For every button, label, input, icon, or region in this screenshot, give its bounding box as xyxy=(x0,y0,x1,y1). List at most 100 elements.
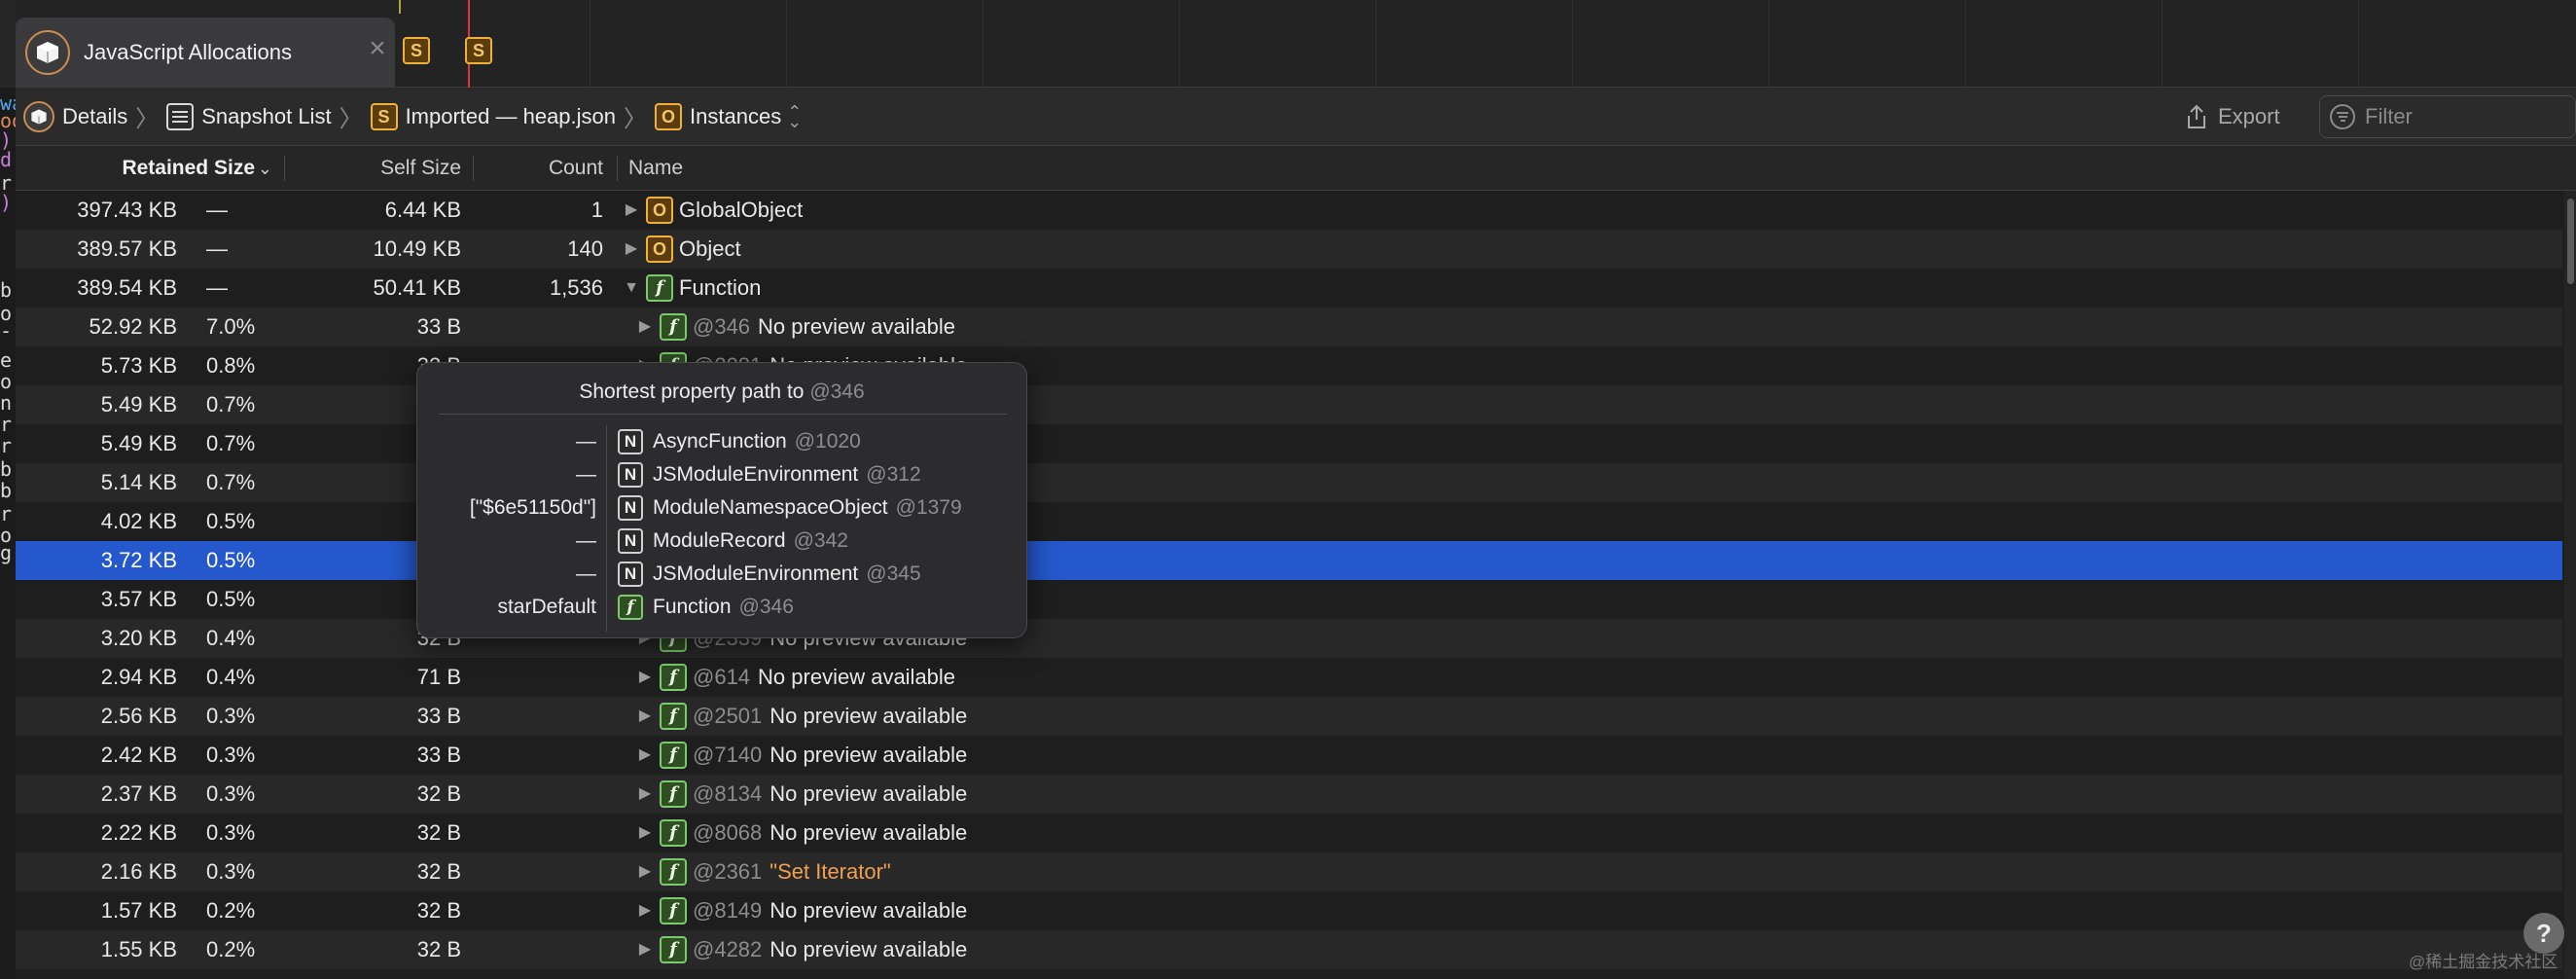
table-row[interactable]: 5.49 KB0.7%33 B▶f xyxy=(16,424,2562,463)
timeline-track-javascript-allocations[interactable]: JavaScript Allocations × xyxy=(16,18,395,88)
table-row[interactable]: 2.22 KB 0.3% 32 B ▶ f @8068 No preview availab… xyxy=(16,814,2562,852)
node-id: @1379 xyxy=(895,496,962,519)
table-row[interactable]: 389.57 KB —10.49 KB 140 ▶ O Object xyxy=(16,230,2562,269)
function-icon: f xyxy=(646,274,673,302)
name-cell: ▶ f @2501 No preview available xyxy=(617,697,2368,736)
table-row[interactable]: 3.57 KB0.5%36 B▶f xyxy=(16,580,2562,619)
path-row[interactable]: — N JSModuleEnvironment @312 xyxy=(417,458,1028,491)
table-row[interactable]: 1.57 KB 0.2% 32 B ▶ f @8149 No preview availab… xyxy=(16,891,2562,930)
function-icon: f xyxy=(660,936,687,963)
table-row[interactable]: 52.92 KB 7.0% 33 B ▶ f @346 No preview availab… xyxy=(16,308,2562,346)
function-icon: f xyxy=(660,780,687,808)
column-label: Self Size xyxy=(380,157,461,179)
column-header-count[interactable]: Count xyxy=(473,146,617,191)
disclosure-collapsed-icon[interactable]: ▶ xyxy=(634,930,656,969)
column-header-name[interactable]: Name xyxy=(617,146,1006,191)
name-cell: ▶ f @8134 No preview available xyxy=(617,775,2368,814)
self-size-cell: 6.44 KB xyxy=(384,198,461,222)
breadcrumb-details[interactable]: Details xyxy=(23,100,127,132)
breadcrumb-imported-snapshot[interactable]: S Imported — heap.json xyxy=(370,102,616,130)
table-row[interactable]: 2.16 KB 0.3% 32 B ▶ f @2361 "Set Iterator" xyxy=(16,852,2562,891)
object-id: @2501 xyxy=(693,704,763,728)
chevron-updown-icon[interactable]: ⌃ ⌄ xyxy=(787,103,802,130)
gutter-char: b xyxy=(0,457,13,481)
vertical-scrollbar[interactable] xyxy=(2564,191,2576,979)
disclosure-collapsed-icon[interactable]: ▶ xyxy=(621,230,642,269)
disclosure-collapsed-icon[interactable]: ▶ xyxy=(634,775,656,814)
gutter-char: b xyxy=(0,479,13,502)
snapshot-marker[interactable]: S xyxy=(403,37,430,64)
table-row[interactable]: 397.43 KB —6.44 KB 1 ▶ O GlobalObject xyxy=(16,191,2562,230)
native-icon: N xyxy=(618,462,643,488)
timeline-gridline xyxy=(1179,0,1180,87)
table-row[interactable]: 3.72 KB0.5%32 B▶f xyxy=(16,541,2562,580)
retained-size-cell: 5.14 KB xyxy=(100,470,177,494)
disclosure-collapsed-icon[interactable]: ▶ xyxy=(634,852,656,891)
close-icon[interactable]: × xyxy=(366,34,389,63)
breadcrumb-label: Instances xyxy=(690,103,782,128)
table-row[interactable]: 5.73 KB0.8%32 B▶f@2081No preview availab… xyxy=(16,346,2562,385)
gutter-char: e xyxy=(0,348,13,372)
retained-size-cell: 1.57 KB xyxy=(100,898,177,923)
retained-size-cell: 1.55 KB xyxy=(100,937,177,961)
name-cell: ▶ O GlobalObject xyxy=(617,191,2368,230)
disclosure-collapsed-icon[interactable]: ▶ xyxy=(621,191,642,230)
disclosure-collapsed-icon[interactable]: ▶ xyxy=(634,658,656,697)
horizontal-scrollbar[interactable] xyxy=(16,969,2562,979)
path-row[interactable]: — N AsyncFunction @1020 xyxy=(417,425,1028,458)
path-row[interactable]: starDefault f Function @346 xyxy=(417,591,1028,624)
scrollbar-thumb[interactable] xyxy=(2567,199,2574,284)
node-name: ModuleRecord xyxy=(653,529,786,552)
snapshot-marker[interactable]: S xyxy=(465,37,492,64)
retained-size-cell: 2.16 KB xyxy=(100,859,177,884)
column-header-retained-size[interactable]: Retained Size ⌄ xyxy=(16,146,284,191)
table-row[interactable]: 1.55 KB 0.2% 32 B ▶ f @4282 No preview availab… xyxy=(16,930,2562,969)
gutter-char: o xyxy=(0,370,13,393)
path-row[interactable]: — N ModuleRecord @342 xyxy=(417,525,1028,558)
navigation-bar: Details 〉 Snapshot List 〉 S Imported — h… xyxy=(16,88,2576,146)
object-icon: O xyxy=(646,236,673,263)
name-cell: ▶ f @4282 No preview available xyxy=(617,930,2368,969)
table-row[interactable]: 2.94 KB 0.4% 71 B ▶ f @614 No preview availabl… xyxy=(16,658,2562,697)
object-id: @8068 xyxy=(693,820,763,845)
path-node: N JSModuleEnvironment @345 xyxy=(618,558,929,591)
instances-table: 397.43 KB —6.44 KB 1 ▶ O GlobalObject 389.57 K… xyxy=(16,191,2562,979)
path-row[interactable]: — N JSModuleEnvironment @345 xyxy=(417,558,1028,591)
table-row[interactable]: 4.02 KB0.5%32 B▶f xyxy=(16,502,2562,541)
table-row[interactable]: 389.54 KB —50.41 KB 1,536 ▼ f Function xyxy=(16,269,2562,308)
table-row[interactable]: 2.56 KB 0.3% 33 B ▶ f @2501 No preview availab… xyxy=(16,697,2562,736)
retained-size-cell: 52.92 KB xyxy=(89,314,177,339)
table-row[interactable]: 2.37 KB 0.3% 32 B ▶ f @8134 No preview availab… xyxy=(16,775,2562,814)
retained-size-cell: 389.54 KB xyxy=(77,275,177,300)
column-label: Name xyxy=(628,157,684,179)
table-row[interactable]: 2.42 KB 0.3% 33 B ▶ f @7140 No preview availab… xyxy=(16,736,2562,775)
disclosure-collapsed-icon[interactable]: ▶ xyxy=(634,697,656,736)
disclosure-collapsed-icon[interactable]: ▶ xyxy=(634,891,656,930)
node-name: JSModuleEnvironment xyxy=(653,463,859,486)
gutter-char: ) xyxy=(0,191,13,214)
disclosure-expanded-icon[interactable]: ▼ xyxy=(621,269,642,308)
path-row[interactable]: ["$6e51150d"] N ModuleNamespaceObject @1379 xyxy=(417,491,1028,525)
table-row[interactable]: 3.20 KB0.4%32 B▶f@2339No preview availab… xyxy=(16,619,2562,658)
table-row[interactable]: 5.49 KB0.7%33 B▶f xyxy=(16,385,2562,424)
breadcrumb-snapshot-list[interactable]: Snapshot List xyxy=(166,102,332,130)
watermark: @稀土掘金技术社区 xyxy=(2409,953,2558,971)
column-header-self-size[interactable]: Self Size xyxy=(284,146,473,191)
function-icon: f xyxy=(660,858,687,886)
object-name: "Set Iterator" xyxy=(769,859,891,884)
export-button[interactable]: Export xyxy=(2185,88,2280,146)
node-name: ModuleNamespaceObject xyxy=(653,496,888,519)
retained-size-cell: 3.20 KB xyxy=(100,626,177,650)
filter-input[interactable]: Filter xyxy=(2319,95,2576,138)
retained-size-cell: 2.42 KB xyxy=(100,743,177,767)
disclosure-collapsed-icon[interactable]: ▶ xyxy=(634,308,656,346)
object-name: GlobalObject xyxy=(679,198,804,222)
breadcrumb-instances[interactable]: O Instances ⌃ ⌄ xyxy=(655,102,802,130)
table-row[interactable]: 5.14 KB0.7%32 B▶f xyxy=(16,463,2562,502)
export-label: Export xyxy=(2218,104,2280,128)
gutter-char: b xyxy=(0,278,13,302)
disclosure-collapsed-icon[interactable]: ▶ xyxy=(634,814,656,852)
self-size-cell: 33 B xyxy=(416,314,461,339)
property-key: — xyxy=(576,529,596,552)
disclosure-collapsed-icon[interactable]: ▶ xyxy=(634,736,656,775)
